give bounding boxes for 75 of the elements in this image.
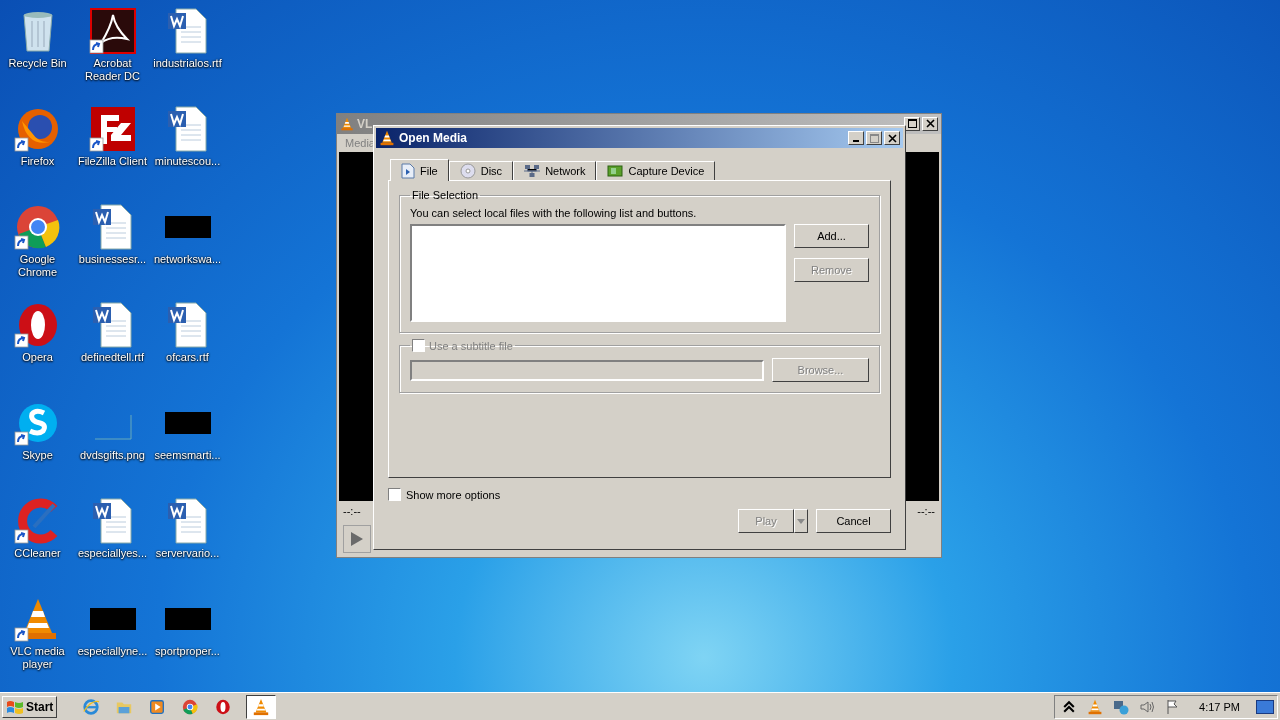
subtitle-path-field[interactable] (410, 360, 764, 381)
media-player-icon[interactable] (148, 697, 167, 716)
chrome-icon[interactable] (181, 697, 200, 716)
speaker-icon[interactable] (1139, 698, 1156, 715)
vlc-cone-icon (1087, 698, 1104, 715)
close-icon (887, 133, 897, 143)
desktop-icon-label[interactable]: especiallyes... (75, 547, 150, 560)
maximize-button[interactable] (904, 116, 920, 131)
desktop-icon-label[interactable]: sportproper... (150, 645, 225, 658)
desktop-icon-label[interactable]: servervario... (150, 547, 225, 560)
redacted-block (164, 412, 211, 434)
tab[interactable]: Capture Device (596, 161, 716, 180)
window-title: VL (357, 116, 373, 131)
desktop-icon-label[interactable]: Google Chrome (0, 253, 75, 279)
desktop-icon-label[interactable]: Firefox (0, 155, 75, 168)
checkbox-label: Use a subtitle file (429, 339, 513, 352)
desktop-icon-label[interactable]: minutescou... (150, 155, 225, 168)
chrome-icon[interactable] (13, 203, 62, 251)
instruction-text: You can select local files with the following list and buttons. (410, 207, 698, 219)
remaining-time: --:-- (917, 505, 935, 517)
checkbox[interactable] (388, 488, 401, 501)
close-button[interactable] (884, 131, 900, 145)
file-list[interactable] (410, 224, 786, 322)
close-button[interactable] (922, 116, 938, 131)
elapsed-time: --:-- (343, 505, 361, 517)
desktop-icon-label[interactable]: Skype (0, 449, 75, 462)
file-icon (401, 162, 415, 179)
redacted-block (164, 216, 211, 238)
list-button[interactable]: Add... (794, 224, 869, 248)
desktop-icon-label[interactable]: definedtell.rtf (75, 351, 150, 364)
clock[interactable]: 4:17 PM (1199, 700, 1240, 713)
minimize-button[interactable] (848, 131, 864, 145)
window-title: Open Media (399, 131, 467, 145)
redacted-block (164, 608, 211, 630)
desktop-icon-label[interactable]: CCleaner (0, 547, 75, 560)
maximize-icon (907, 119, 917, 129)
close-icon (925, 119, 935, 129)
caret-icon (797, 518, 805, 524)
redacted-block (89, 608, 136, 630)
desktop-icon-label[interactable]: Acrobat Reader DC (75, 57, 150, 83)
desktop-icon-label[interactable]: ofcars.rtf (150, 351, 225, 364)
dropdown-button[interactable] (794, 509, 808, 533)
windows-logo-icon (6, 698, 24, 715)
vlc-cone-icon (340, 116, 354, 131)
network-icon[interactable] (1113, 698, 1130, 715)
tab[interactable]: Network (513, 161, 597, 180)
desktop-icon-label[interactable]: Recycle Bin (0, 57, 75, 70)
group-title: File Selection (411, 189, 480, 201)
desktop-icon-label[interactable]: networkswa... (150, 253, 225, 266)
network-icon (524, 164, 541, 178)
vlc-cone-icon (379, 130, 395, 146)
desktop-icon-label[interactable]: businessesr... (75, 253, 150, 266)
minimize-icon (853, 140, 859, 142)
maximize-button[interactable] (866, 131, 882, 145)
desktop-icon-label[interactable]: Opera (0, 351, 75, 364)
filezilla-icon[interactable] (88, 105, 137, 153)
desktop-icon-label[interactable]: especiallyne... (75, 645, 150, 658)
opera-icon[interactable] (214, 697, 233, 716)
desktop-icon-label[interactable]: VLC media player (0, 645, 75, 671)
tab[interactable]: File (390, 159, 449, 181)
cancel-button[interactable]: Cancel (816, 509, 891, 533)
desktop-icon-label[interactable]: industrialos.rtf (150, 57, 225, 70)
maximize-icon (869, 133, 879, 143)
desktop-icon-label[interactable]: FileZilla Client (75, 155, 150, 168)
desktop-icon-label[interactable]: seemsmarti... (150, 449, 225, 462)
play-button[interactable] (343, 525, 371, 553)
show-desktop-icon[interactable] (1256, 699, 1274, 714)
checkbox-label: Show more options (406, 488, 501, 501)
play-icon (350, 531, 364, 547)
tab[interactable]: Disc (448, 161, 514, 180)
vlc-cone-icon (252, 697, 271, 716)
start-button[interactable]: Start (2, 695, 58, 718)
pdf-icon[interactable] (88, 7, 137, 55)
desktop-icon-label[interactable]: dvdsgifts.png (75, 449, 150, 462)
capture-card-icon (607, 164, 624, 178)
